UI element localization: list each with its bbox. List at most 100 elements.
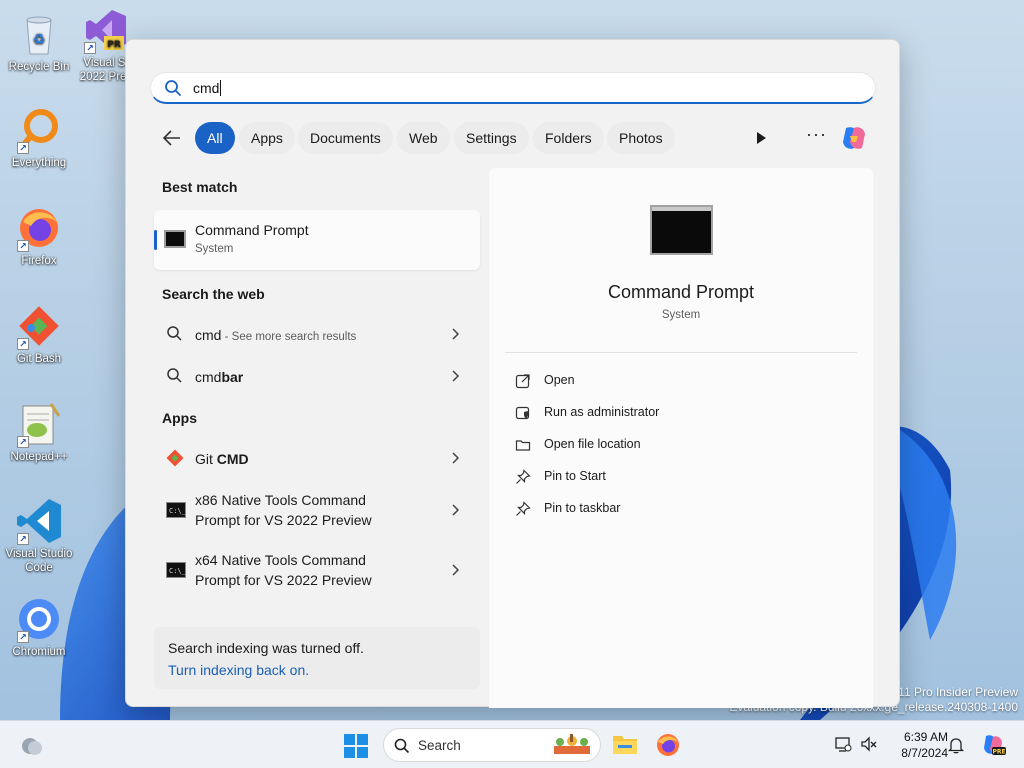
app-result-item[interactable]: C:\_ x64 Native Tools Command Prompt for… (154, 542, 480, 598)
svg-text:PRE: PRE (992, 749, 1005, 756)
desktop-icon-label: Notepad++ (10, 451, 68, 463)
tab-all[interactable]: All (195, 122, 235, 154)
best-match-title: Command Prompt (195, 222, 309, 238)
shortcut-arrow-icon: ↗ (17, 631, 29, 643)
open-icon (515, 373, 531, 389)
action-run-as-admin[interactable]: Run as administrator (515, 402, 845, 426)
search-icon (164, 79, 182, 97)
folder-icon (515, 437, 531, 453)
desktop-icon-label: Chromium (12, 646, 66, 658)
firefox-icon[interactable] (655, 732, 681, 758)
svg-text:♻: ♻ (33, 32, 46, 48)
preview-title: Command Prompt (607, 282, 755, 302)
best-match-heading: Best match (162, 179, 238, 195)
app-result-text: Git CMD (195, 451, 249, 467)
start-button[interactable] (343, 733, 369, 759)
desktop-icon-label: Everything (11, 157, 67, 169)
play-icon[interactable] (752, 129, 770, 147)
turn-indexing-on-link[interactable]: Turn indexing back on. (168, 662, 309, 678)
indexing-message: Search indexing was turned off. (168, 640, 364, 656)
divider (505, 352, 857, 353)
git-bash-icon: ↗ (15, 302, 63, 350)
search-highlight-icon (552, 732, 594, 758)
desktop-icon-notepad-plus-plus[interactable]: ↗ Notepad++ (0, 400, 78, 464)
shortcut-arrow-icon: ↗ (84, 42, 96, 54)
taskbar-search-box[interactable]: Search (383, 728, 601, 762)
chevron-right-icon[interactable] (450, 563, 460, 577)
tab-settings[interactable]: Settings (454, 122, 529, 154)
desktop-icon-chromium[interactable]: ↗ Chromium (0, 595, 78, 659)
search-box[interactable]: cmd (150, 72, 876, 104)
shortcut-arrow-icon: ↗ (17, 338, 29, 350)
copilot-icon[interactable]: PRE (980, 732, 1006, 758)
web-result-item[interactable]: cmdbar (154, 356, 480, 396)
app-result-text: x64 Native Tools Command Prompt for VS 2… (195, 552, 372, 588)
desktop-icon-recycle-bin[interactable]: ♻ Recycle Bin (0, 10, 78, 74)
desktop-icon-everything[interactable]: ↗ Everything (0, 106, 78, 170)
weather-widget-icon[interactable] (18, 732, 46, 760)
action-open-file-location[interactable]: Open file location (515, 434, 845, 458)
desktop-icon-firefox[interactable]: ↗ Firefox (0, 204, 78, 268)
search-icon (166, 325, 184, 343)
preview-subtitle: System (661, 309, 701, 321)
tab-web[interactable]: Web (397, 122, 450, 154)
svg-text:C:\_: C:\_ (169, 507, 186, 515)
desktop-icon-label: Recycle Bin (8, 61, 70, 73)
more-options-icon[interactable]: ··· (806, 124, 827, 145)
action-open[interactable]: Open (515, 370, 845, 394)
file-explorer-icon[interactable] (612, 732, 638, 756)
action-pin-to-start[interactable]: Pin to Start (515, 466, 845, 490)
console-icon: C:\_ (166, 501, 187, 519)
firefox-icon: ↗ (15, 204, 63, 252)
selection-indicator (154, 230, 157, 250)
tab-documents[interactable]: Documents (298, 122, 393, 154)
visual-studio-icon: PR ↗ (82, 6, 130, 54)
taskbar-search-placeholder: Search (418, 738, 461, 753)
indexing-notice: Search indexing was turned off. Turn ind… (154, 627, 480, 689)
best-match-item[interactable]: Command Prompt System (154, 210, 480, 270)
filter-bar: All Apps Documents Web Settings Folders … (156, 122, 876, 154)
desktop-icon-label: Git Bash (16, 353, 62, 365)
clock[interactable]: 6:39 AM 8/7/2024 (884, 729, 948, 761)
search-icon (166, 367, 184, 385)
desktop-icon-label: Code (25, 562, 53, 574)
chevron-right-icon[interactable] (450, 503, 460, 517)
text-caret (220, 80, 222, 96)
app-result-item[interactable]: Git CMD (154, 438, 480, 478)
desktop-icon-git-bash[interactable]: ↗ Git Bash (0, 302, 78, 366)
shortcut-arrow-icon: ↗ (17, 533, 29, 545)
desktop-icon-label: Firefox (21, 255, 57, 267)
best-match-subtitle: System (195, 243, 234, 255)
volume-muted-icon[interactable] (860, 735, 878, 753)
clock-time: 6:39 AM (903, 730, 948, 744)
notepad-plus-plus-icon: ↗ (15, 400, 63, 448)
apps-heading: Apps (162, 410, 197, 426)
svg-text:C:\_: C:\_ (169, 567, 186, 575)
tab-apps[interactable]: Apps (239, 122, 295, 154)
chevron-right-icon[interactable] (450, 327, 460, 341)
network-icon[interactable] (834, 735, 852, 753)
clock-date: 8/7/2024 (901, 746, 948, 760)
command-prompt-icon (650, 205, 713, 255)
chevron-right-icon[interactable] (450, 369, 460, 383)
copilot-icon[interactable] (838, 122, 870, 154)
tab-folders[interactable]: Folders (533, 122, 604, 154)
desktop-icon-vscode[interactable]: ↗ Visual Studio Code (0, 497, 78, 575)
web-result-item[interactable]: cmd - See more search results (154, 314, 480, 354)
search-query: cmd (193, 80, 220, 96)
svg-text:PR: PR (107, 40, 121, 50)
taskbar: Search 6:39 AM 8/7/2024 PRE (0, 720, 1024, 768)
pin-icon (515, 501, 531, 517)
chromium-icon: ↗ (15, 595, 63, 643)
app-result-item[interactable]: C:\_ x86 Native Tools Command Prompt for… (154, 482, 480, 538)
console-icon: C:\_ (166, 561, 187, 579)
tab-photos[interactable]: Photos (607, 122, 675, 154)
back-arrow-icon[interactable] (160, 126, 184, 150)
desktop-icon-label: Visual Studio (5, 548, 73, 560)
action-pin-to-taskbar[interactable]: Pin to taskbar (515, 498, 845, 522)
notification-bell-icon[interactable] (947, 736, 965, 754)
admin-shield-icon (515, 405, 531, 421)
recycle-bin-icon: ♻ (15, 10, 63, 58)
search-input[interactable]: cmd (193, 80, 222, 96)
chevron-right-icon[interactable] (450, 451, 460, 465)
